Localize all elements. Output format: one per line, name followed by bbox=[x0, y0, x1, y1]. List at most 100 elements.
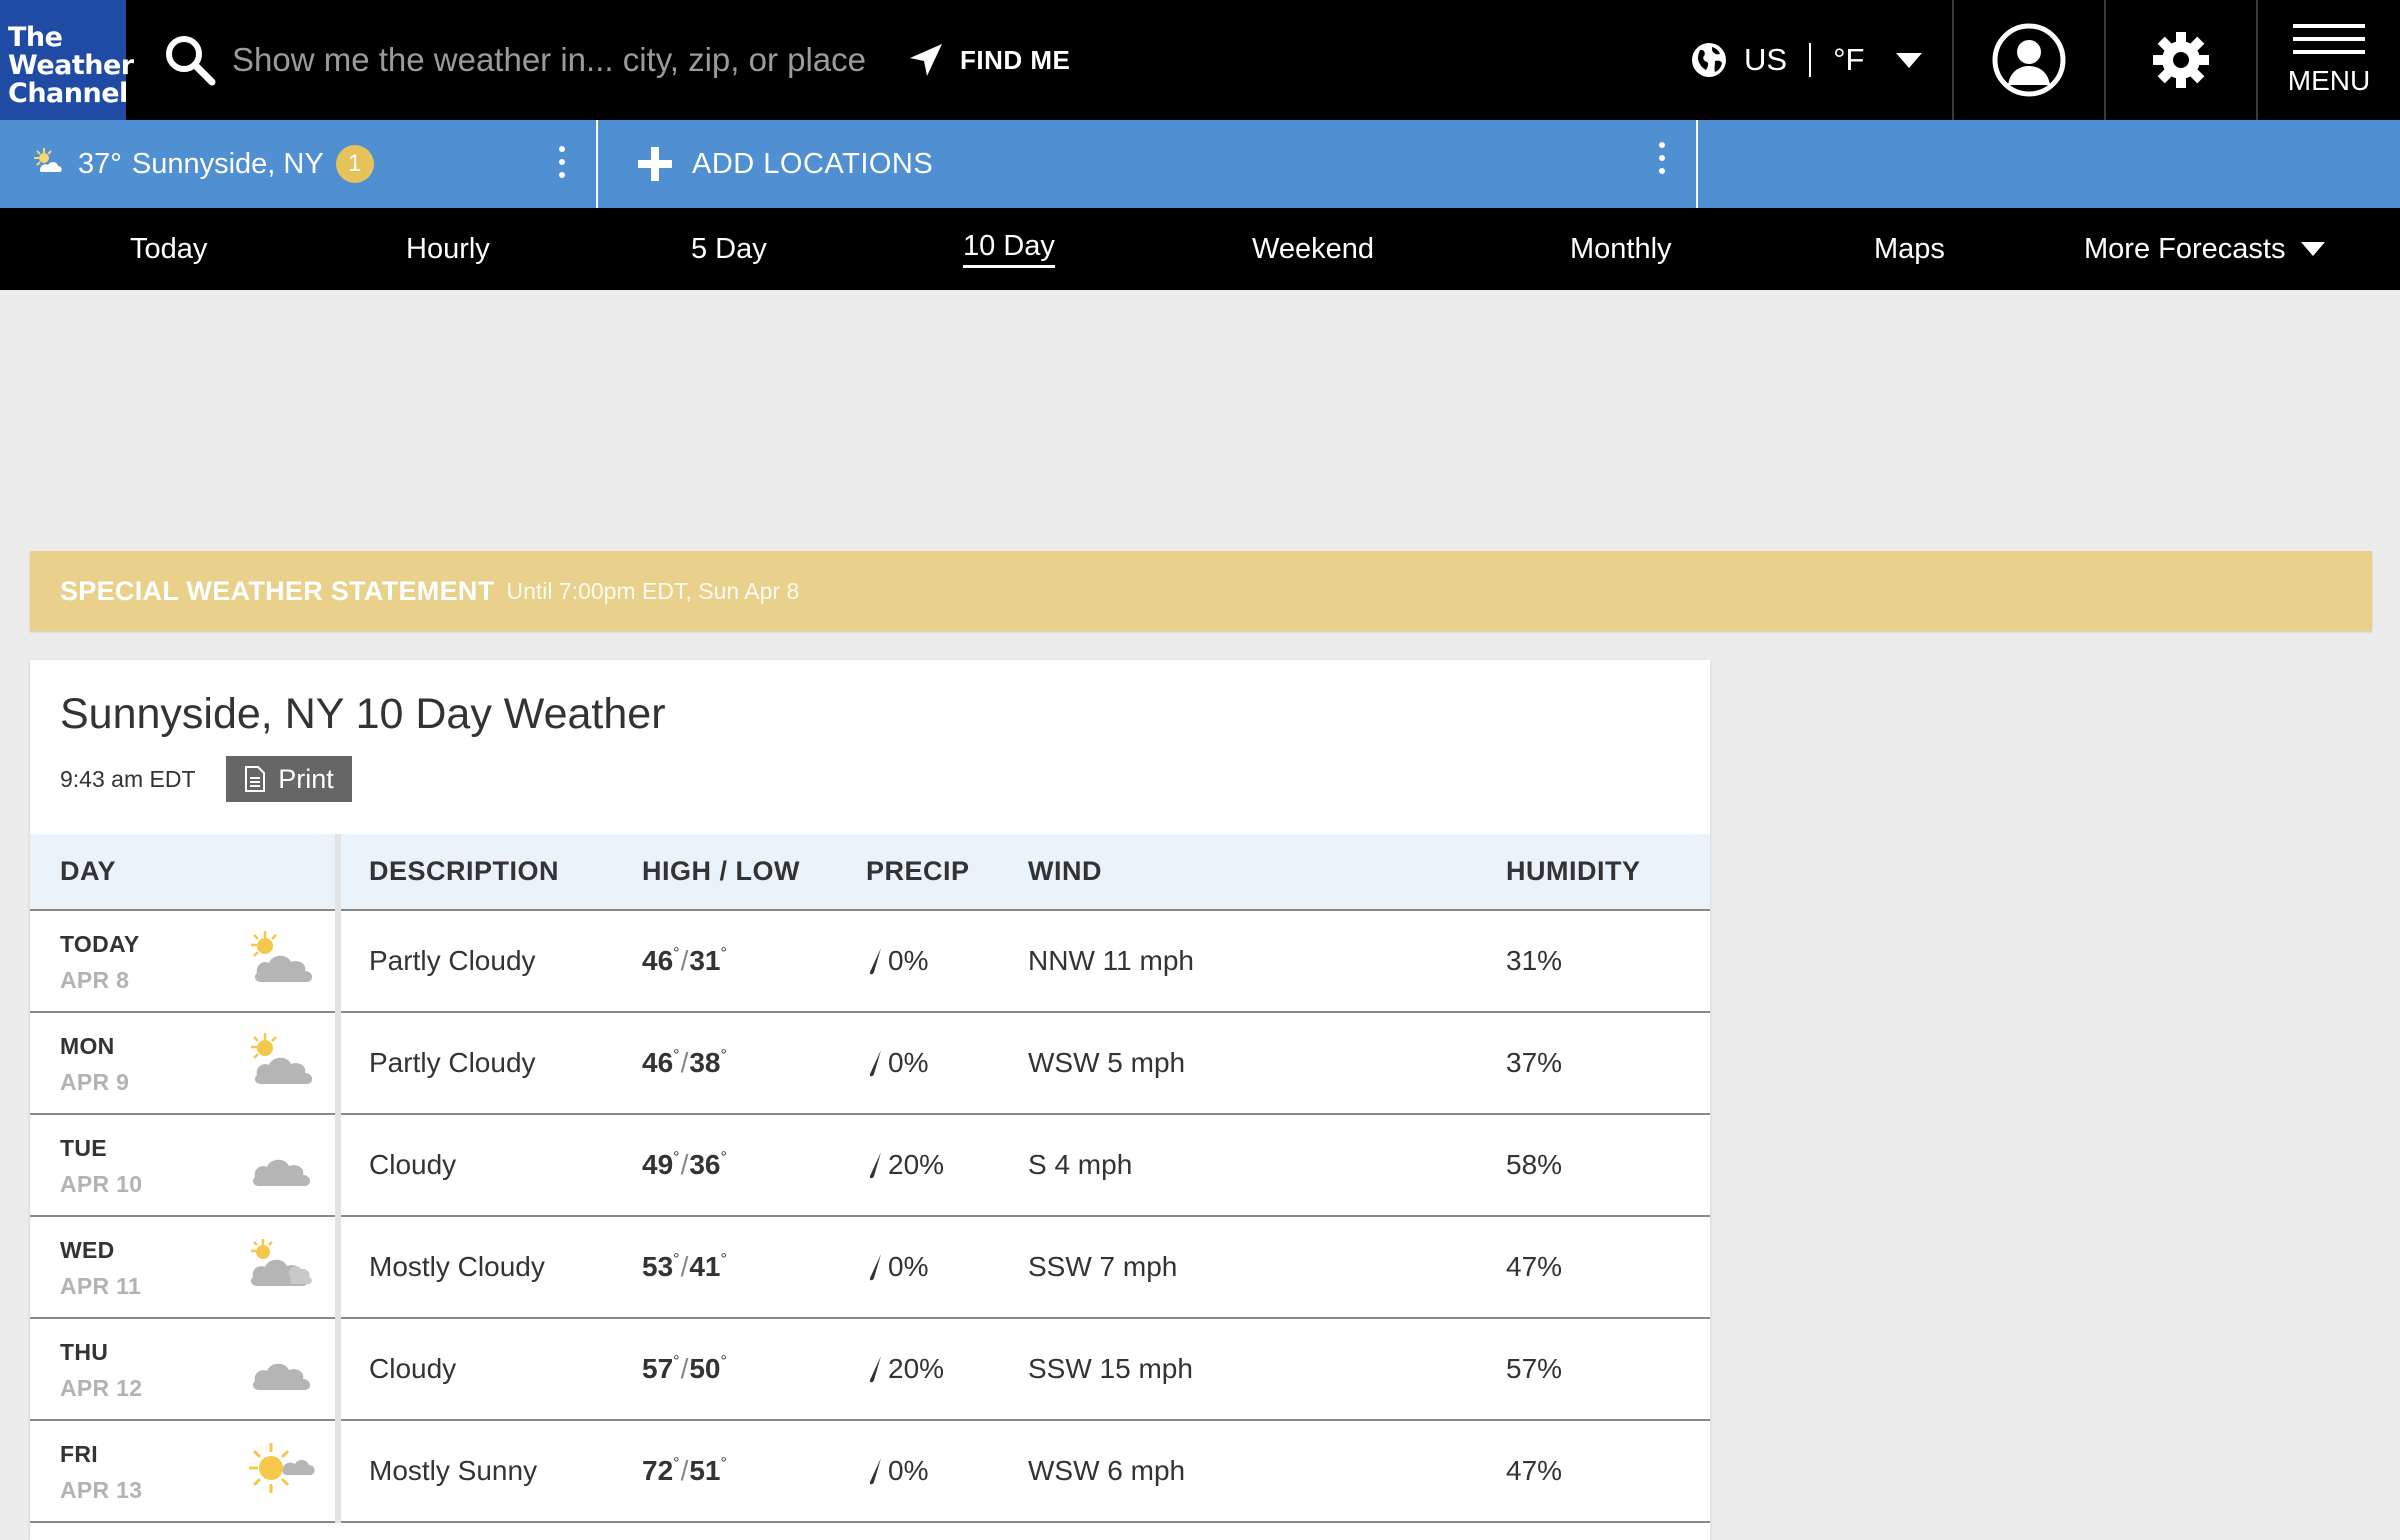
alert-count-badge[interactable]: 1 bbox=[335, 145, 374, 183]
description-cell: Partly Cloudy bbox=[338, 1012, 642, 1114]
table-row[interactable]: WED APR 11 Mostly Cloudy 53°/41° 0% SSW … bbox=[30, 1216, 1710, 1318]
add-locations-label: ADD LOCATIONS bbox=[692, 147, 934, 180]
low-temp: 31 bbox=[689, 945, 721, 976]
tab-more-forecasts[interactable]: More Forecasts bbox=[2084, 208, 2326, 290]
high-low-cell: 46°/31° bbox=[642, 945, 727, 976]
description-cell: Mostly Cloudy bbox=[338, 1216, 642, 1318]
tab-more-forecasts-label: More Forecasts bbox=[2084, 232, 2286, 265]
menu-label: MENU bbox=[2287, 64, 2371, 96]
high-low-cell: 53°/41° bbox=[642, 1251, 727, 1282]
precip-cell: 20% bbox=[866, 1114, 1028, 1216]
description-cell: Mostly Sunny bbox=[338, 1420, 642, 1522]
precip-cell: 0% bbox=[866, 910, 1028, 1012]
tab-weekend-label: Weekend bbox=[1252, 232, 1374, 265]
raindrop-icon bbox=[869, 1458, 881, 1485]
wind-value: S 4 mph bbox=[1028, 1149, 1133, 1180]
location-options-icon[interactable] bbox=[552, 142, 572, 182]
add-locations-button[interactable]: ADD LOCATIONS bbox=[600, 120, 1698, 208]
precip-cell: 0% bbox=[866, 1012, 1028, 1114]
column-header-wind[interactable]: WIND bbox=[1028, 834, 1506, 911]
print-label: Print bbox=[278, 763, 334, 794]
day-date: APR 12 bbox=[60, 1375, 143, 1401]
settings-button[interactable] bbox=[2104, 0, 2256, 120]
high-low-cell: 46°/38° bbox=[642, 1047, 727, 1078]
humidity-value: 57% bbox=[1506, 1353, 1563, 1384]
precip-value: 0% bbox=[888, 1251, 929, 1282]
menu-button[interactable]: MENU bbox=[2256, 0, 2400, 120]
tab-maps-label: Maps bbox=[1874, 232, 1945, 265]
high-low-cell: 57°/50° bbox=[642, 1353, 727, 1384]
forecast-table: DAY DESCRIPTION HIGH / LOW PRECIP WIND H… bbox=[30, 834, 1710, 1523]
tab-hourly[interactable]: Hourly bbox=[406, 208, 490, 290]
precip-cell: 0% bbox=[866, 1420, 1028, 1522]
current-location[interactable]: 37° Sunnyside, NY 1 bbox=[0, 120, 598, 208]
wind-cell: NNW 11 mph bbox=[1028, 910, 1506, 1012]
region-unit-selector[interactable]: US °F bbox=[1690, 36, 1923, 84]
column-header-precip[interactable]: PRECIP bbox=[866, 834, 1028, 911]
humidity-cell: 47% bbox=[1506, 1420, 1710, 1522]
wind-cell: SSW 15 mph bbox=[1028, 1318, 1506, 1420]
table-row[interactable]: TODAY APR 8 Partly Cloudy 46°/31° 0% NNW… bbox=[30, 910, 1710, 1012]
print-button[interactable]: Print bbox=[226, 756, 352, 802]
tab-hourly-label: Hourly bbox=[406, 232, 490, 265]
location-bar: 37° Sunnyside, NY 1 ADD LOCATIONS bbox=[0, 120, 2400, 208]
forecast-rows: TODAY APR 8 Partly Cloudy 46°/31° 0% NNW… bbox=[30, 910, 1710, 1522]
high-temp: 49 bbox=[642, 1149, 674, 1180]
precip-value: 0% bbox=[888, 1455, 929, 1486]
table-row[interactable]: MON APR 9 Partly Cloudy 46°/38° 0% WSW 5… bbox=[30, 1012, 1710, 1114]
column-header-day[interactable]: DAY bbox=[30, 834, 341, 911]
add-locations-options-icon[interactable] bbox=[1652, 138, 1672, 178]
table-row[interactable]: FRI APR 13 Mostly Sunny 72°/51° 0% WSW 6… bbox=[30, 1420, 1710, 1522]
high-temp: 72 bbox=[642, 1455, 674, 1486]
day-date: APR 10 bbox=[60, 1171, 143, 1197]
low-temp: 51 bbox=[689, 1455, 721, 1486]
raindrop-icon bbox=[869, 1254, 881, 1281]
table-row[interactable]: THU APR 12 Cloudy 57°/50° 20% SSW 15 mph… bbox=[30, 1318, 1710, 1420]
mostly-cloudy-icon bbox=[250, 1239, 312, 1286]
day-date: APR 13 bbox=[60, 1477, 143, 1503]
search-input[interactable] bbox=[232, 36, 872, 84]
ten-day-forecast-card: Sunnyside, NY 10 Day Weather 9:43 am EDT… bbox=[30, 660, 1710, 1540]
precip-cell: 20% bbox=[866, 1318, 1028, 1420]
wind-cell: WSW 5 mph bbox=[1028, 1012, 1506, 1114]
day-date: APR 9 bbox=[60, 1069, 130, 1095]
raindrop-icon bbox=[869, 1152, 881, 1179]
raindrop-icon bbox=[869, 1356, 881, 1383]
alert-until: Until 7:00pm EDT, Sun Apr 8 bbox=[506, 577, 800, 604]
description-text: Mostly Sunny bbox=[369, 1455, 538, 1486]
plus-icon bbox=[638, 147, 672, 181]
tab-monthly-label: Monthly bbox=[1570, 232, 1672, 265]
tab-5-day[interactable]: 5 Day bbox=[691, 208, 767, 290]
description-cell: Partly Cloudy bbox=[338, 910, 642, 1012]
tab-maps[interactable]: Maps bbox=[1874, 208, 1945, 290]
precip-value: 0% bbox=[888, 1047, 929, 1078]
precip-value: 20% bbox=[888, 1149, 945, 1180]
tab-today[interactable]: Today bbox=[130, 208, 207, 290]
document-icon bbox=[245, 766, 266, 792]
day-name: TODAY bbox=[60, 931, 140, 957]
low-temp: 36 bbox=[689, 1149, 721, 1180]
day-cell: TODAY APR 8 bbox=[30, 910, 341, 1012]
column-header-description[interactable]: DESCRIPTION bbox=[338, 834, 642, 911]
column-header-high-low[interactable]: HIGH / LOW bbox=[642, 834, 866, 911]
search-icon[interactable] bbox=[162, 32, 218, 88]
logo-line-3: Channel bbox=[8, 78, 128, 109]
table-row[interactable]: TUE APR 10 Cloudy 49°/36° 20% S 4 mph 58… bbox=[30, 1114, 1710, 1216]
column-header-humidity[interactable]: HUMIDITY bbox=[1506, 834, 1710, 911]
weather-channel-logo[interactable]: The Weather Channel bbox=[0, 0, 134, 120]
weather-alert-banner[interactable]: SPECIAL WEATHER STATEMENT Until 7:00pm E… bbox=[30, 551, 2372, 631]
tab-weekend[interactable]: Weekend bbox=[1252, 208, 1374, 290]
gear-icon bbox=[2153, 32, 2209, 88]
tab-10-day[interactable]: 10 Day bbox=[963, 208, 1055, 290]
precip-value: 20% bbox=[888, 1353, 945, 1384]
day-name: FRI bbox=[60, 1441, 98, 1467]
unit-label: °F bbox=[1833, 42, 1865, 77]
profile-button[interactable] bbox=[1952, 0, 2104, 120]
day-name: TUE bbox=[60, 1135, 107, 1161]
tab-monthly[interactable]: Monthly bbox=[1570, 208, 1672, 290]
find-me-button[interactable]: FIND ME bbox=[906, 38, 1070, 82]
raindrop-icon bbox=[869, 948, 881, 975]
low-temp: 50 bbox=[689, 1353, 721, 1384]
wind-value: WSW 5 mph bbox=[1028, 1047, 1186, 1078]
wind-cell: SSW 7 mph bbox=[1028, 1216, 1506, 1318]
